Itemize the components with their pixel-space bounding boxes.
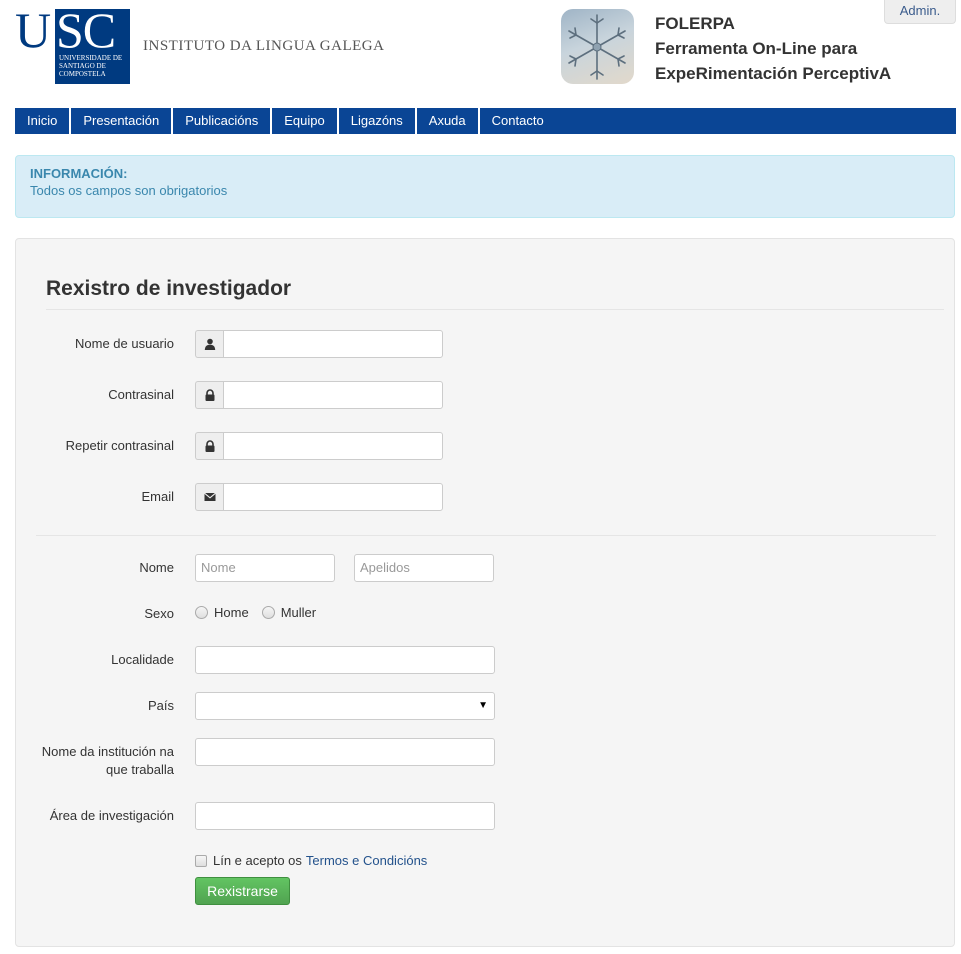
app-title-line-1: FOLERPA <box>655 14 735 33</box>
app-title: FOLERPA Ferramenta On-Line para ExpeRime… <box>655 11 891 86</box>
locality-input[interactable] <box>195 646 495 674</box>
sex-option-home-label[interactable]: Home <box>214 605 249 620</box>
terms-text: Lín e acepto os <box>213 853 302 868</box>
register-button[interactable]: Rexistrarse <box>195 877 290 905</box>
sex-radio-home[interactable] <box>195 606 208 619</box>
username-label: Nome de usuario <box>75 336 174 351</box>
name-label: Nome <box>139 560 174 575</box>
nav-item-axuda[interactable]: Axuda <box>417 108 480 134</box>
admin-button[interactable]: Admin. <box>884 0 956 24</box>
user-icon <box>195 330 223 358</box>
snowflake-icon <box>561 9 634 84</box>
envelope-icon <box>195 483 223 511</box>
username-input-group <box>195 330 443 358</box>
locality-label: Localidade <box>111 652 174 667</box>
main-nav: Inicio Presentación Publicacións Equipo … <box>15 108 956 134</box>
email-input-group <box>195 483 443 511</box>
institute-name: INSTITUTO DA LINGUA GALEGA <box>143 38 385 54</box>
registration-form: Rexistro de investigador Nome de usuario… <box>15 238 955 947</box>
terms-checkbox[interactable] <box>195 854 207 867</box>
nav-item-ligazons[interactable]: Ligazóns <box>339 108 417 134</box>
password-input[interactable] <box>223 381 443 409</box>
usc-logo-subtitle: Universidade de Santiago de Compostela <box>59 54 123 78</box>
institution-label-line-1: Nome da institución na <box>41 744 174 759</box>
country-label: País <box>147 698 174 713</box>
institution-label: Nome da institución na que traballa <box>42 743 174 779</box>
title-divider <box>46 309 944 310</box>
email-label: Email <box>141 489 174 504</box>
terms-link[interactable]: Termos e Condicións <box>306 853 427 868</box>
first-name-input[interactable]: Nome <box>195 554 335 582</box>
sex-option-muller-label[interactable]: Muller <box>281 605 316 620</box>
usc-logo[interactable]: U SC Universidade de Santiago de Compost… <box>15 5 130 84</box>
nav-item-equipo[interactable]: Equipo <box>272 108 339 134</box>
repeat-password-label: Repetir contrasinal <box>65 438 174 453</box>
lock-icon <box>195 381 223 409</box>
terms-row: Lín e acepto os Termos e Condicións <box>195 853 427 868</box>
email-input[interactable] <box>223 483 443 511</box>
nav-item-presentacion[interactable]: Presentación <box>71 108 174 134</box>
lock-icon <box>195 432 223 460</box>
repeat-password-input[interactable] <box>223 432 443 460</box>
alert-text: Todos os campos son obrigatorios <box>30 183 228 198</box>
info-alert: INFORMACIÓN: Todos os campos son obrigat… <box>15 155 955 218</box>
research-area-input[interactable] <box>195 802 495 830</box>
password-input-group <box>195 381 443 409</box>
usc-logo-u: U <box>15 2 51 58</box>
surname-input[interactable]: Apelidos <box>354 554 494 582</box>
app-title-line-2: Ferramenta On-Line para <box>655 39 858 58</box>
sex-radio-muller[interactable] <box>261 606 275 619</box>
repeat-password-input-group <box>195 432 443 460</box>
institution-label-line-2: que traballa <box>106 762 174 777</box>
nav-item-publicacions[interactable]: Publicacións <box>173 108 273 134</box>
sex-label: Sexo <box>144 606 174 621</box>
app-title-line-3: ExpeRimentación PerceptivA <box>655 64 892 83</box>
country-select[interactable]: ▼ <box>195 692 495 720</box>
usc-logo-sc: SC <box>56 2 116 58</box>
password-label: Contrasinal <box>108 387 174 402</box>
username-input[interactable] <box>223 330 443 358</box>
nav-item-inicio[interactable]: Inicio <box>15 108 72 134</box>
section-divider <box>36 535 936 536</box>
nav-item-contacto[interactable]: Contacto <box>480 108 556 134</box>
form-title: Rexistro de investigador <box>46 277 292 300</box>
research-area-label: Área de investigación <box>49 808 174 823</box>
dropdown-arrow-icon: ▼ <box>478 700 488 711</box>
institution-input[interactable] <box>195 738 495 766</box>
sex-radio-group: Home Muller <box>195 605 329 620</box>
alert-title: INFORMACIÓN: <box>30 166 128 181</box>
